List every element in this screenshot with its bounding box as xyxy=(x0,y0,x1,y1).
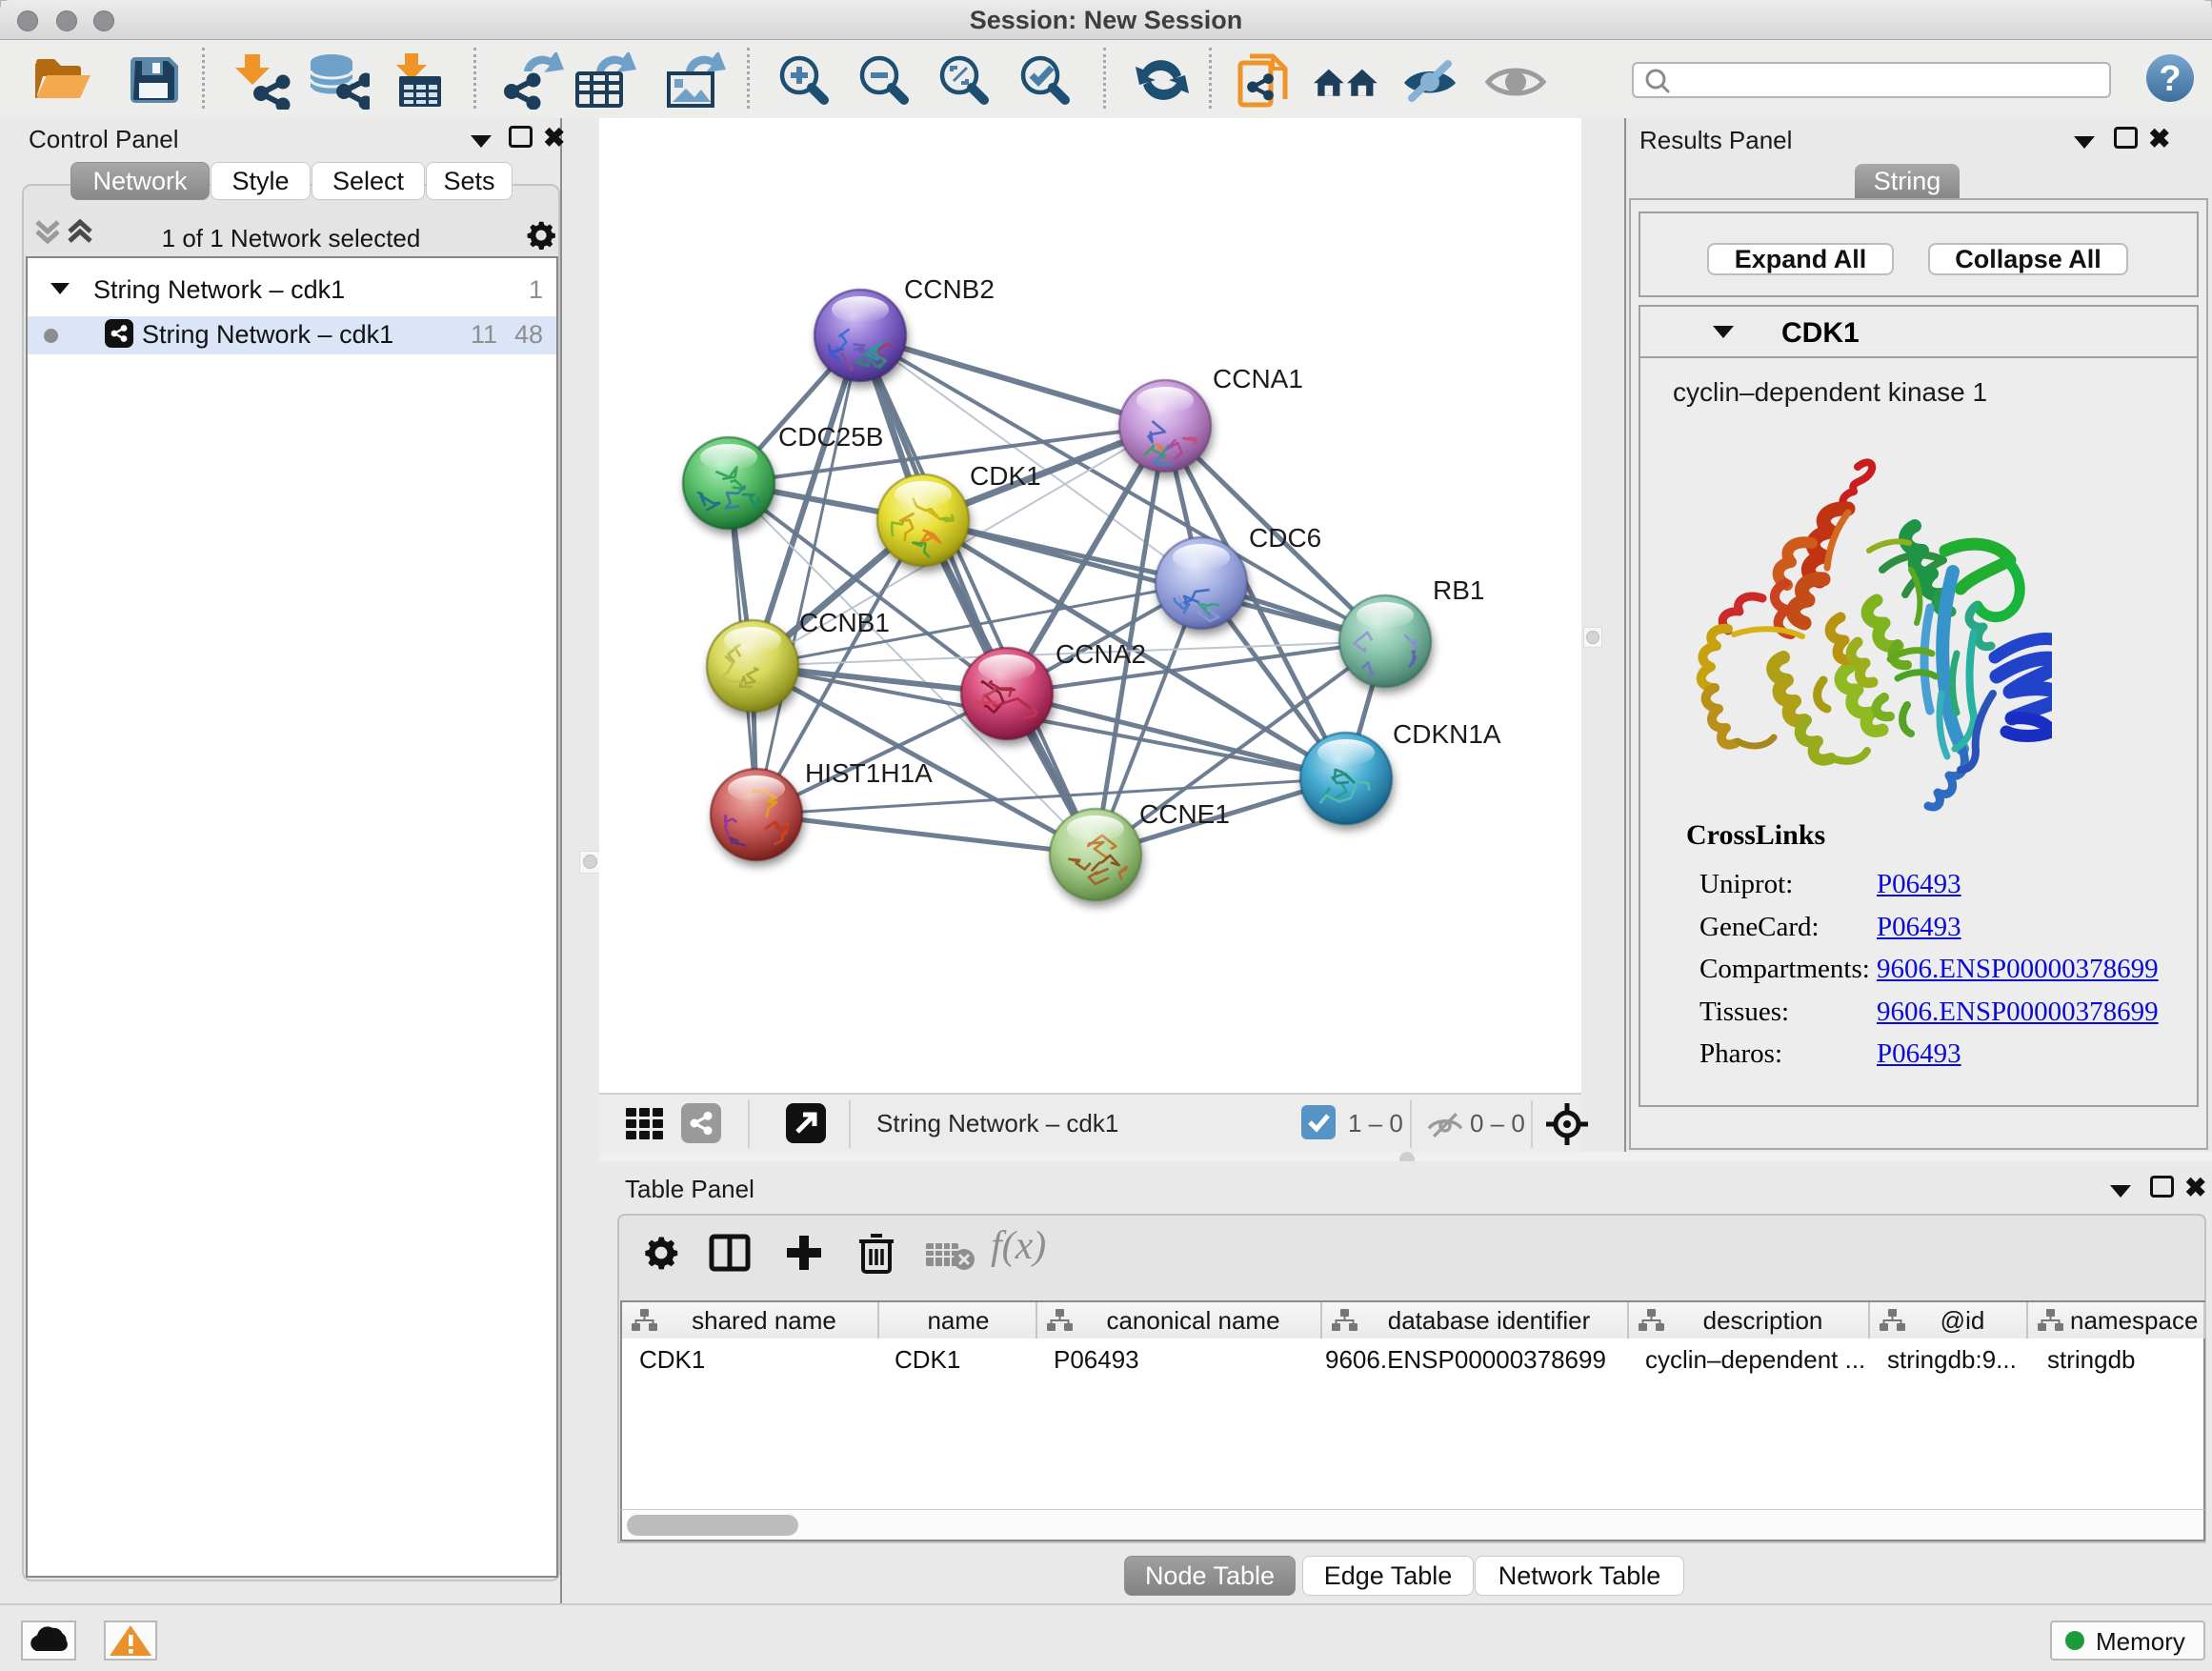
svg-text:RB1: RB1 xyxy=(1433,575,1484,605)
svg-text:CDKN1A: CDKN1A xyxy=(1393,719,1501,749)
svg-text:CDK1: CDK1 xyxy=(970,461,1041,491)
svg-text:?: ? xyxy=(2159,59,2181,99)
svg-text:CCNB1: CCNB1 xyxy=(799,608,890,637)
svg-text:CCNA1: CCNA1 xyxy=(1213,364,1303,393)
svg-text:CDC6: CDC6 xyxy=(1249,523,1321,553)
svg-text:CCNB2: CCNB2 xyxy=(904,274,995,304)
svg-text:CCNE1: CCNE1 xyxy=(1139,799,1230,829)
svg-text:CDC25B: CDC25B xyxy=(778,422,883,452)
svg-text:HIST1H1A: HIST1H1A xyxy=(805,758,933,788)
svg-text:CCNA2: CCNA2 xyxy=(1056,639,1146,669)
